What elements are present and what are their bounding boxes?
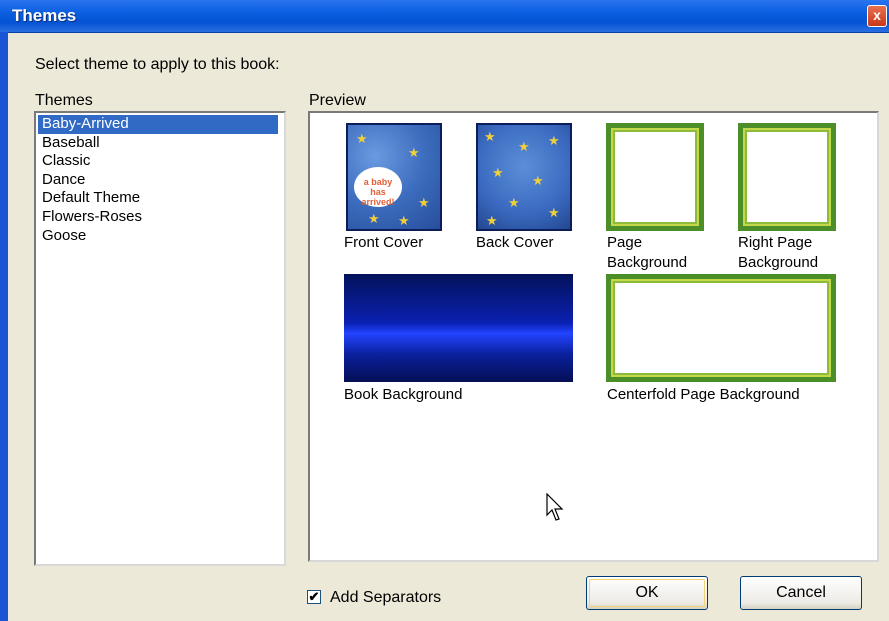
list-item-dance[interactable]: Dance	[38, 171, 278, 190]
front-cover-thumbnail: ★ ★ ★ ★ ★ a baby has arrived!	[346, 123, 442, 231]
checkmark-icon: ✔	[308, 589, 320, 604]
centerfold-background-thumbnail	[606, 274, 836, 382]
instruction-text: Select theme to apply to this book:	[35, 56, 280, 73]
front-cover-caption: Front Cover	[344, 234, 424, 251]
preview-pane: ★ ★ ★ ★ ★ a baby has arrived! Front Cover…	[308, 111, 879, 562]
window-title: Themes	[12, 6, 77, 25]
back-cover-thumbnail: ★ ★ ★ ★ ★ ★ ★ ★	[476, 123, 572, 231]
preview-label: Preview	[309, 92, 366, 109]
book-background-caption: Book Background	[344, 386, 463, 403]
themes-label: Themes	[35, 92, 93, 109]
list-item-goose[interactable]: Goose	[38, 227, 278, 246]
add-separators-checkbox[interactable]: ✔	[307, 590, 321, 604]
list-item-classic[interactable]: Classic	[38, 152, 278, 171]
list-item-baby-arrived[interactable]: Baby-Arrived	[38, 115, 278, 134]
ok-button[interactable]: OK	[586, 576, 708, 610]
list-item-default-theme[interactable]: Default Theme	[38, 189, 278, 208]
book-background-thumbnail	[344, 274, 573, 382]
right-page-background-thumbnail	[738, 123, 836, 231]
window-border	[0, 32, 8, 621]
themes-listbox[interactable]: Baby-Arrived Baseball Classic Dance Defa…	[34, 111, 286, 566]
mouse-pointer-icon	[546, 492, 566, 528]
page-background-thumbnail	[606, 123, 704, 231]
centerfold-background-caption: Centerfold Page Background	[607, 386, 800, 403]
cancel-button[interactable]: Cancel	[740, 576, 862, 610]
title-bar: Themes x	[0, 0, 889, 33]
list-item-flowers-roses[interactable]: Flowers-Roses	[38, 208, 278, 227]
add-separators-label: Add Separators	[330, 589, 442, 606]
page-background-caption: Page Background	[607, 234, 688, 271]
back-cover-caption: Back Cover	[476, 234, 554, 251]
cover-speech-bubble: a baby has arrived!	[354, 167, 402, 207]
close-button[interactable]: x	[867, 5, 887, 27]
list-item-baseball[interactable]: Baseball	[38, 134, 278, 153]
close-icon: x	[873, 7, 881, 23]
right-page-background-caption: Right Page Background	[738, 234, 819, 271]
